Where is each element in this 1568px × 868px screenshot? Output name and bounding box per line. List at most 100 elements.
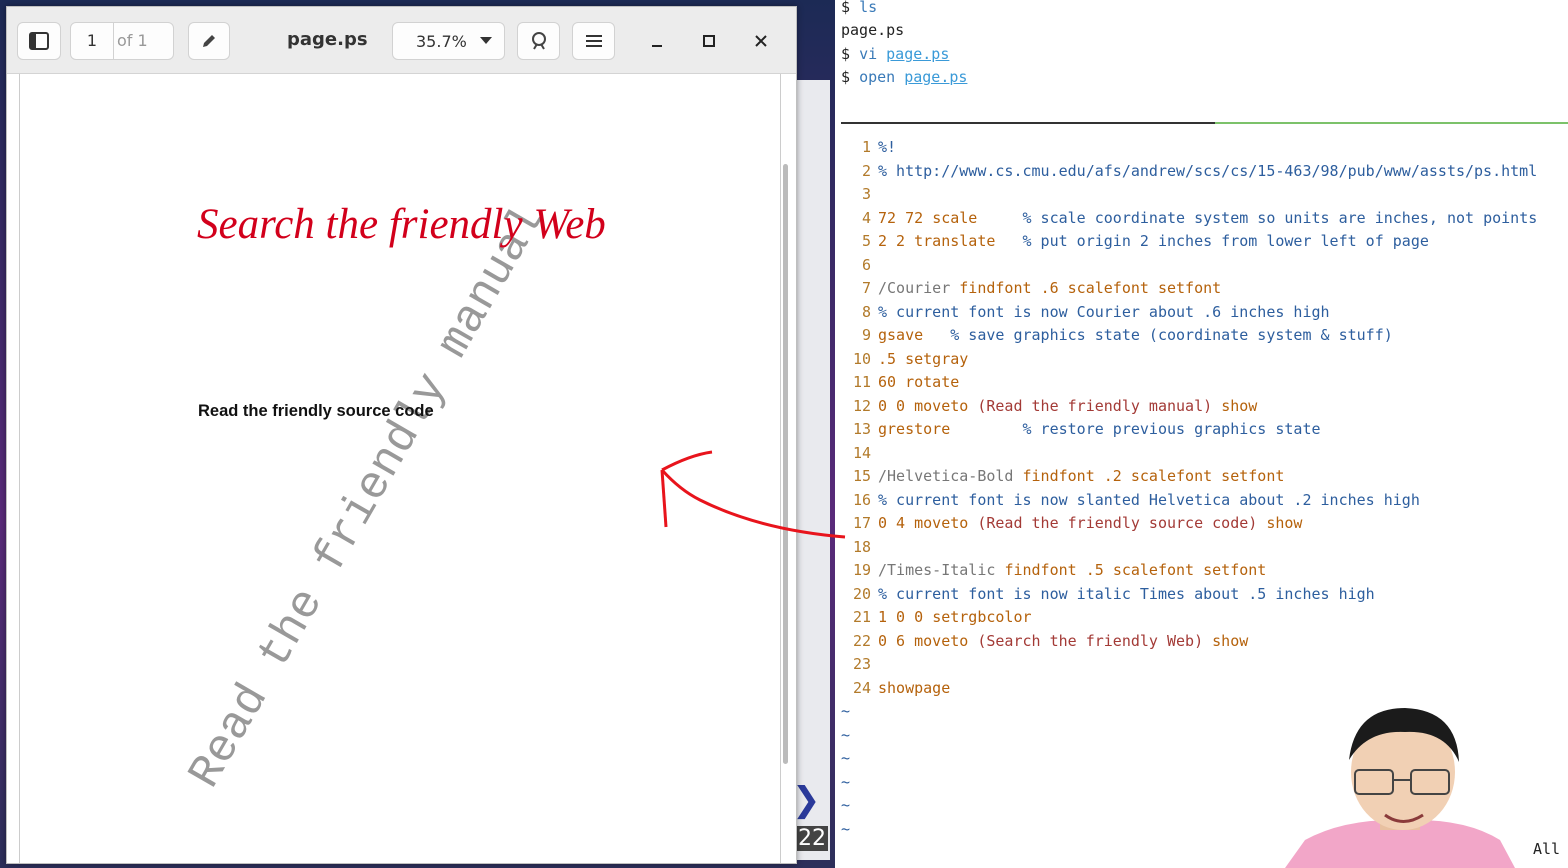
maximize-icon xyxy=(703,35,715,47)
zoom-selector[interactable]: 35.7% xyxy=(392,22,505,60)
line-number: 17 xyxy=(852,514,871,532)
sidebar-toggle-button[interactable] xyxy=(17,22,61,60)
code-token: setrgbcolor xyxy=(932,608,1032,626)
code-line: 12 0 0 moveto (Read the friendly manual) … xyxy=(841,395,1257,419)
code-line: 6 xyxy=(841,254,878,278)
shell-line: $ open page.ps xyxy=(841,68,968,86)
code-token: .5 xyxy=(1085,561,1113,579)
line-number: 18 xyxy=(852,537,871,556)
minimize-icon xyxy=(652,45,662,47)
line-number: 6 xyxy=(861,255,871,274)
code-token: % current font is now Courier about .6 i… xyxy=(878,302,1330,321)
line-number: 9 xyxy=(861,326,871,344)
code-token: setgray xyxy=(905,349,969,368)
code-line: 18 xyxy=(841,536,878,560)
pane-divider-active xyxy=(1215,122,1568,124)
code-token: 72 72 xyxy=(878,208,933,227)
viewer-toolbar: 1 of 1 page.ps 35.7% xyxy=(7,7,796,74)
code-token: moveto xyxy=(914,631,978,650)
code-token: scalefont setfont xyxy=(1130,467,1285,485)
code-line: 16 % current font is now slanted Helvetic… xyxy=(841,489,1420,513)
code-token: moveto xyxy=(914,514,978,532)
code-line: 10 .5 setgray xyxy=(841,348,968,372)
code-token: % http://www.cs.cmu.edu/afs/andrew/scs/c… xyxy=(878,161,1538,180)
search-icon xyxy=(531,32,546,50)
line-number: 15 xyxy=(852,467,871,485)
line-number: 5 xyxy=(861,232,871,250)
annotate-button[interactable] xyxy=(188,22,230,60)
code-token: % put origin 2 inches from lower left of… xyxy=(1022,232,1429,250)
line-number: 21 xyxy=(852,608,871,626)
code-token: 2 2 xyxy=(878,232,915,250)
line-number: 23 xyxy=(852,655,871,673)
line-number: 4 xyxy=(861,208,871,227)
close-button[interactable] xyxy=(747,27,775,55)
code-line: 17 0 4 moveto (Read the friendly source c… xyxy=(841,512,1303,536)
line-number: 3 xyxy=(861,185,871,203)
code-line: 23 xyxy=(841,653,878,677)
code-line: 9 gsave % save graphics state (coordinate… xyxy=(841,324,1393,348)
red-italic-web-text: Search the friendly Web xyxy=(197,201,606,248)
code-line: 15/Helvetica-Bold findfont .2 scalefont … xyxy=(841,465,1284,489)
code-line: 2 % http://www.cs.cmu.edu/afs/andrew/scs/… xyxy=(841,160,1537,184)
scrollbar[interactable] xyxy=(783,164,788,764)
code-token: (Read the friendly source code) xyxy=(977,514,1267,532)
line-number: 14 xyxy=(852,443,871,462)
maximize-button[interactable] xyxy=(695,27,723,55)
code-token: %! xyxy=(878,138,897,156)
code-token: % current font is now italic Times about… xyxy=(878,584,1375,603)
code-token: moveto xyxy=(914,396,978,415)
code-token: % current font is now slanted Helvetica … xyxy=(878,490,1420,509)
line-number: 2 xyxy=(861,161,871,180)
code-token: /Times-Italic xyxy=(878,561,1005,579)
line-number: 7 xyxy=(861,279,871,297)
pencil-icon xyxy=(203,35,215,47)
pane-divider xyxy=(841,122,1215,124)
page-number-input[interactable]: 1 xyxy=(71,23,114,59)
presenter-webcam xyxy=(1285,708,1515,868)
minimize-button[interactable] xyxy=(643,27,671,55)
code-token: /Courier xyxy=(878,279,960,297)
code-token: scalefont setfont xyxy=(1112,561,1267,579)
code-line: 3 xyxy=(841,183,878,207)
code-token: % scale coordinate system so units are i… xyxy=(1022,208,1538,227)
file-link[interactable]: page.ps xyxy=(886,45,949,63)
zoom-level: 35.7% xyxy=(416,31,467,51)
code-token: translate xyxy=(914,232,996,250)
vim-tilde: ~ xyxy=(841,749,851,767)
page-selector[interactable]: 1 of 1 xyxy=(70,22,174,60)
bold-source-text: Read the friendly source code xyxy=(198,402,434,420)
document-title: page.ps xyxy=(287,29,368,50)
sidebar-toggle-icon xyxy=(29,32,49,50)
code-line: 14 xyxy=(841,442,878,466)
code-token: 1 0 0 xyxy=(878,608,933,626)
vim-tilde: ~ xyxy=(841,772,851,791)
code-token: .5 xyxy=(878,349,906,368)
line-number: 19 xyxy=(852,561,871,579)
code-token: % save graphics state (coordinate system… xyxy=(950,326,1393,344)
line-number: 8 xyxy=(861,302,871,321)
code-line: 8 % current font is now Courier about .6 … xyxy=(841,301,1330,325)
code-token: findfont xyxy=(959,279,1041,297)
line-number: 11 xyxy=(852,373,871,391)
code-token: .6 xyxy=(1040,279,1068,297)
code-line: 7/Courier findfont .6 scalefont setfont xyxy=(841,277,1221,301)
find-button[interactable] xyxy=(517,22,560,60)
code-token: gsave xyxy=(878,326,924,344)
code-token: 60 xyxy=(878,373,906,391)
code-token: 0 4 xyxy=(878,514,915,532)
code-line: 21 1 0 0 setrgbcolor xyxy=(841,606,1032,630)
code-token: show xyxy=(1212,631,1249,650)
code-token: (Read the friendly manual) xyxy=(977,396,1222,415)
main-menu-button[interactable] xyxy=(572,22,615,60)
line-number: 10 xyxy=(852,349,871,368)
vim-status-position: All xyxy=(1533,840,1561,858)
shell-output: page.ps xyxy=(841,21,905,39)
file-link[interactable]: page.ps xyxy=(904,68,967,86)
line-number: 13 xyxy=(852,420,871,438)
document-viewer-window: 1 of 1 page.ps 35.7% Read the friendly m xyxy=(6,6,797,864)
